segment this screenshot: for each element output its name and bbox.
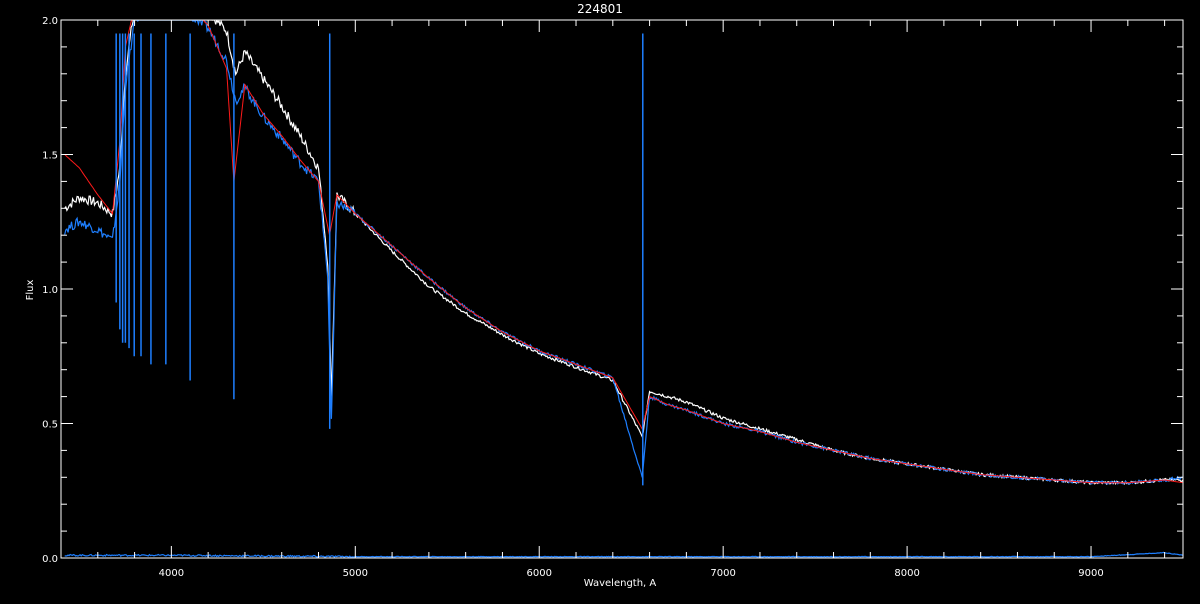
axes: 4000 5000 6000 7000 8000 9000 0.0 0.5 1.0 1.5 2.0	[42, 16, 1184, 579]
x-tick-label-5: 9000	[1078, 568, 1103, 579]
y-tick-label-3: 1.5	[42, 151, 58, 162]
y-axis-label: Flux	[25, 280, 36, 301]
x-tick-label-4: 8000	[894, 568, 919, 579]
x-axis-label: Wavelength, A	[584, 578, 657, 589]
series-group	[64, 20, 1183, 558]
chart-title: 224801	[577, 2, 623, 16]
y-tick-label-0: 0.0	[42, 554, 58, 565]
x-tick-label-1: 5000	[343, 568, 368, 579]
chart-canvas: 224801 4000 5000 6000 7000 8000 9000 0.0 0.5 1.0…	[25, 2, 1184, 589]
y-tick-label-1: 0.5	[42, 420, 58, 431]
plot-area	[64, 20, 1183, 558]
y-tick-label-2: 1.0	[42, 285, 58, 296]
x-tick-label-2: 6000	[527, 568, 552, 579]
spectrum-chart: 224801 4000 5000 6000 7000 8000 9000 0.0 0.5 1.0…	[0, 0, 1200, 600]
x-tick-label-0: 4000	[159, 568, 184, 579]
y-tick-label-4: 2.0	[42, 16, 58, 27]
series-line-3	[64, 551, 1183, 558]
series-line-1	[64, 20, 1183, 485]
x-tick-label-3: 7000	[710, 568, 735, 579]
